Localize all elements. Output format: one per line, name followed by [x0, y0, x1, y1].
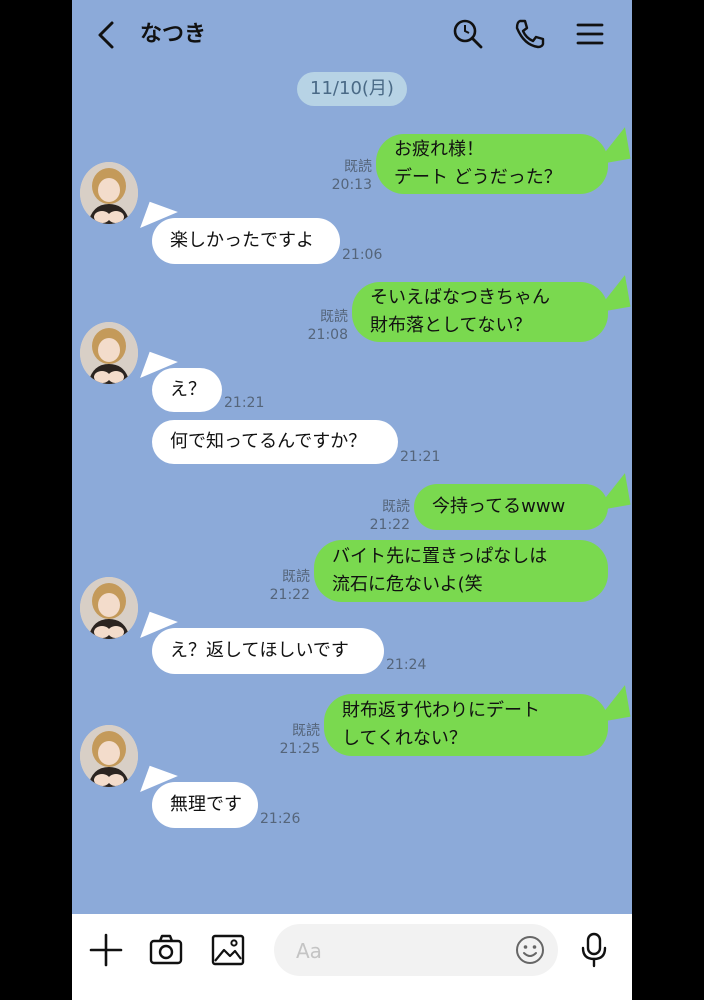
read-receipt: 既読	[382, 499, 410, 515]
back-icon[interactable]	[90, 18, 124, 52]
chat-screen: なつき 11/10(月) お疲れ様！ デート どうだった？ 既読 20:13 楽…	[72, 0, 632, 1000]
message-text: 楽しかったですよ	[170, 230, 314, 251]
message-bubble-outgoing[interactable]: そいえばなつきちゃん 財布落としてない？	[352, 282, 608, 342]
avatar[interactable]	[80, 322, 138, 384]
message-bubble-outgoing[interactable]: バイト先に置きっぱなしは 流石に危ないよ(笑	[314, 540, 608, 602]
chat-header: なつき	[72, 0, 632, 70]
message-time: 21:06	[342, 247, 383, 263]
bubble-tail	[589, 127, 631, 165]
message-meta: 既読 21:08	[298, 308, 348, 344]
message-bubble-outgoing[interactable]: 財布返す代わりにデート してくれない？	[324, 694, 608, 756]
message-bubble-incoming[interactable]: 楽しかったですよ	[152, 218, 340, 264]
message-text: え？返してほしいです	[170, 640, 349, 661]
message-text: バイト先に置きっぱなしは 流石に危ないよ(笑	[332, 546, 548, 595]
message-meta: 既読 20:13	[322, 158, 372, 194]
message-text: 何で知ってるんですか？	[170, 431, 367, 452]
read-receipt: 既読	[292, 723, 320, 739]
message-bubble-outgoing[interactable]: お疲れ様！ デート どうだった？	[376, 134, 608, 194]
message-time: 21:21	[400, 449, 441, 465]
menu-icon[interactable]	[572, 16, 608, 52]
phone-icon[interactable]	[512, 16, 548, 52]
message-time: 21:25	[279, 741, 320, 757]
message-text: 財布返す代わりにデート してくれない？	[342, 700, 540, 749]
message-input-box	[274, 924, 558, 976]
message-time: 21:22	[269, 587, 310, 603]
avatar[interactable]	[80, 162, 138, 224]
message-text: え？	[170, 379, 206, 400]
read-receipt: 既読	[344, 159, 372, 175]
emoji-icon[interactable]	[514, 934, 546, 966]
chat-title: なつき	[140, 22, 207, 47]
message-meta: 既読 21:22	[360, 498, 410, 534]
message-text: 今持ってるwww	[432, 496, 566, 517]
search-icon[interactable]	[450, 16, 486, 52]
message-text: お疲れ様！ デート どうだった？	[394, 139, 562, 188]
bubble-tail	[589, 685, 631, 723]
avatar[interactable]	[80, 725, 138, 787]
message-input[interactable]	[294, 934, 518, 968]
image-icon[interactable]	[208, 930, 248, 970]
bubble-tail	[589, 473, 631, 511]
message-bubble-outgoing[interactable]: 今持ってるwww	[414, 484, 608, 530]
message-time: 21:08	[307, 327, 348, 343]
message-composer	[72, 914, 632, 1000]
bubble-tail	[589, 275, 631, 313]
date-separator: 11/10(月)	[297, 72, 407, 106]
plus-icon[interactable]	[86, 930, 126, 970]
message-text: そいえばなつきちゃん 財布落としてない？	[370, 287, 550, 336]
read-receipt: 既読	[320, 309, 348, 325]
message-time: 21:21	[224, 395, 265, 411]
message-meta: 既読 21:25	[270, 722, 320, 758]
message-bubble-incoming[interactable]: え？返してほしいです	[152, 628, 384, 674]
message-meta: 既読 21:22	[260, 568, 310, 604]
message-time: 20:13	[331, 177, 372, 193]
avatar[interactable]	[80, 577, 138, 639]
message-time: 21:26	[260, 811, 301, 827]
message-time: 21:24	[386, 657, 427, 673]
read-receipt: 既読	[282, 569, 310, 585]
message-text: 無理です	[170, 794, 242, 815]
message-bubble-incoming[interactable]: 何で知ってるんですか？	[152, 420, 398, 464]
mic-icon[interactable]	[574, 930, 614, 970]
camera-icon[interactable]	[146, 930, 186, 970]
message-time: 21:22	[369, 517, 410, 533]
